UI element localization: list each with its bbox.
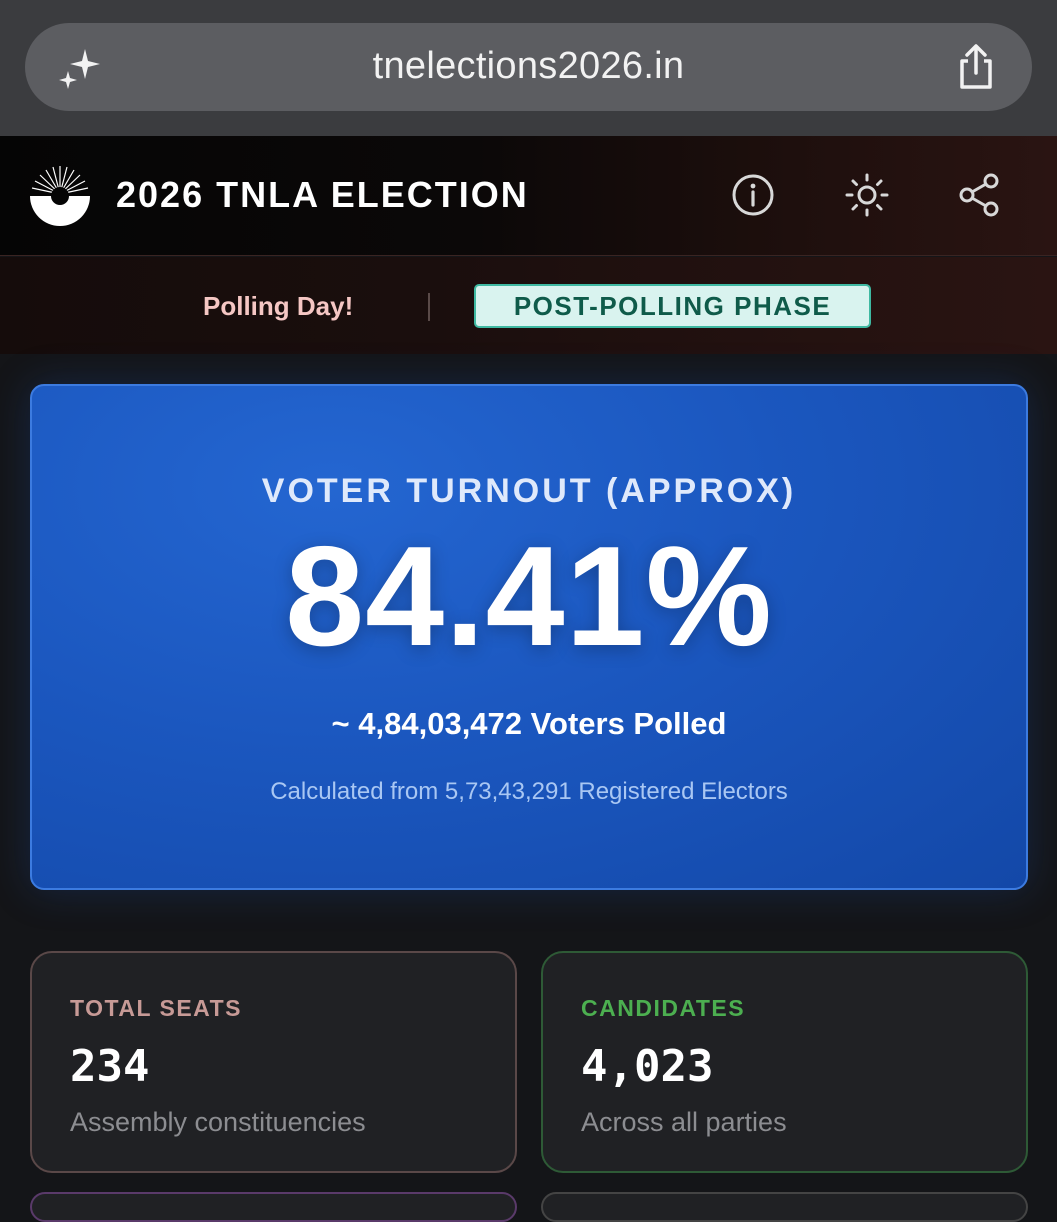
post-polling-phase-badge[interactable]: POST-POLLING PHASE <box>474 284 871 328</box>
logo-icon[interactable] <box>28 164 92 228</box>
share-icon[interactable] <box>955 170 1005 220</box>
phase-bar: Polling Day! POST-POLLING PHASE <box>0 257 1057 354</box>
next-card-peek-right <box>541 1192 1028 1222</box>
candidates-value: 4,023 <box>581 1041 714 1092</box>
total-seats-card: TOTAL SEATS 234 Assembly constituencies <box>30 951 517 1173</box>
candidates-label: CANDIDATES <box>581 995 746 1021</box>
polling-day-tab[interactable]: Polling Day! <box>203 291 353 322</box>
voter-turnout-card: VOTER TURNOUT (APPROX) 84.41% ~ 4,84,03,… <box>30 384 1028 890</box>
info-icon[interactable] <box>728 170 778 220</box>
app-title: 2026 TNLA ELECTION <box>116 174 529 215</box>
candidates-subtext: Across all parties <box>581 1107 787 1137</box>
registered-electors-note: Calculated from 5,73,43,291 Registered E… <box>270 778 788 805</box>
url-text[interactable]: tnelections2026.in <box>25 45 1032 88</box>
next-card-peek-left <box>30 1192 517 1222</box>
total-seats-label: TOTAL SEATS <box>70 995 242 1021</box>
browser-toolbar: tnelections2026.in <box>0 0 1057 136</box>
app-header: 2026 TNLA ELECTION <box>0 136 1057 256</box>
total-seats-value: 234 <box>70 1041 150 1092</box>
share-upload-icon[interactable] <box>950 41 1002 93</box>
turnout-percentage: 84.41% <box>285 517 773 676</box>
candidates-card: CANDIDATES 4,023 Across all parties <box>541 951 1028 1173</box>
voters-polled: ~ 4,84,03,472 Voters Polled <box>331 706 727 741</box>
turnout-label: VOTER TURNOUT (APPROX) <box>261 472 797 510</box>
phase-divider <box>428 293 430 321</box>
brightness-icon[interactable] <box>842 170 892 220</box>
address-bar[interactable]: tnelections2026.in <box>25 23 1032 111</box>
total-seats-subtext: Assembly constituencies <box>70 1107 366 1137</box>
